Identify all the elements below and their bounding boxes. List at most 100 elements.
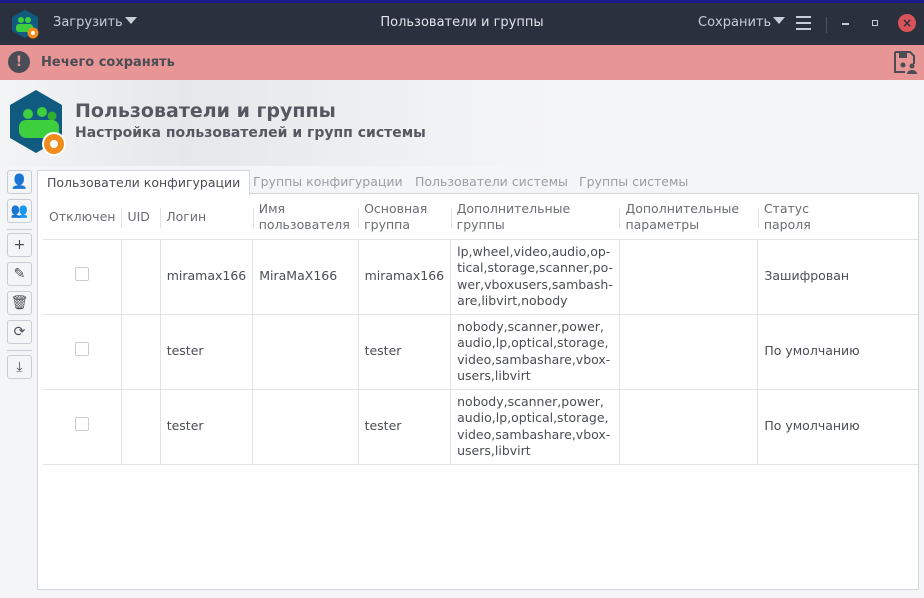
column-header-label: Дополнительные xyxy=(625,201,740,217)
title-bar: Загрузить Пользователи и группы Сохранит… xyxy=(0,3,924,45)
group-cell: tester xyxy=(357,314,451,390)
column-header[interactable]: Статус пароля xyxy=(757,196,918,240)
save-menu-button[interactable]: Сохранить xyxy=(698,15,786,30)
extra-groups-cell: nobody,scanner,power, audio,lp,optical,st… xyxy=(450,389,620,465)
user-settings-button[interactable]: 👤 xyxy=(7,170,32,194)
save-users-icon[interactable] xyxy=(893,50,917,74)
column-header-label: Основная xyxy=(364,201,428,217)
window-title: Пользователи и группы xyxy=(380,15,544,30)
name-cell xyxy=(252,314,359,390)
close-button[interactable]: × xyxy=(898,14,916,32)
password-status-cell: Зашифрован xyxy=(757,239,918,315)
column-header[interactable]: Дополнительные группы xyxy=(450,196,620,240)
extra-groups-line: audio,lp,optical,storage, xyxy=(457,335,609,350)
refresh-icon[interactable]: ⟳ xyxy=(7,320,32,344)
column-header[interactable]: Имя пользователя xyxy=(252,196,359,240)
column-header[interactable]: Отключен xyxy=(43,196,122,240)
uid-cell xyxy=(120,389,161,465)
add-button[interactable]: + xyxy=(7,233,32,257)
extra-groups-line: tical,storage,scanner,po- xyxy=(457,260,613,275)
uid-cell xyxy=(120,314,161,390)
extra-groups-line: lp,wheel,video,audio,op- xyxy=(457,243,611,259)
password-status-cell: По умолчанию xyxy=(757,389,918,465)
load-menu-button[interactable]: Загрузить xyxy=(53,15,137,30)
extra-groups-line: wer,vboxusers,sambash- xyxy=(457,276,613,292)
page-subtitle: Настройка пользователей и групп системы xyxy=(75,125,426,141)
disabled-checkbox[interactable] xyxy=(74,342,89,357)
disabled-checkbox[interactable] xyxy=(74,267,89,282)
params-cell xyxy=(618,239,758,315)
users-table-panel: Отключен UID Логин Имя пользователя Основная г… xyxy=(37,193,919,590)
column-header-label: Дополнительные xyxy=(456,201,571,217)
edit-pencil-icon[interactable]: ✎ xyxy=(7,262,32,286)
minimize-button[interactable] xyxy=(842,23,849,25)
users-table: Отключен UID Логин Имя пользователя Основная г… xyxy=(43,196,918,465)
column-header-label: Имя xyxy=(258,201,286,217)
extra-groups-cell: lp,wheel,video,audio,op-tical,storage,sc… xyxy=(450,239,620,315)
column-header-label: группа xyxy=(364,217,410,233)
login-cell: miramax166 xyxy=(159,239,253,315)
groups-button[interactable]: 👥 xyxy=(7,199,32,223)
login-cell: tester xyxy=(159,314,253,390)
tab-system-groups[interactable]: Группы системы xyxy=(579,170,688,194)
delete-trash-icon[interactable]: 🗑 xyxy=(7,291,32,315)
extra-groups-line: users,libvirt xyxy=(457,368,531,383)
save-label: Сохранить xyxy=(698,15,772,30)
tab-config-groups[interactable]: Группы конфигурации xyxy=(253,170,403,194)
name-cell xyxy=(252,389,359,465)
column-header[interactable]: Логин xyxy=(160,196,253,240)
column-header-label: параметры xyxy=(625,217,700,233)
caret-down-icon xyxy=(124,17,137,24)
table-row[interactable]: tester tester nobody,scanner,power, audio,l… xyxy=(43,314,918,390)
app-logo-icon xyxy=(12,10,39,39)
column-header-label: Логин xyxy=(166,209,207,225)
column-header-label: Отключен xyxy=(49,209,116,225)
disabled-cell xyxy=(43,389,122,465)
maximize-button[interactable] xyxy=(872,20,878,26)
login-cell: tester xyxy=(159,389,253,465)
warning-icon: ! xyxy=(8,51,30,73)
column-header[interactable]: Основная группа xyxy=(358,196,451,240)
divider xyxy=(7,229,32,230)
tab-config-users[interactable]: Пользователи конфигурации xyxy=(37,170,251,195)
extra-groups-cell: nobody,scanner,power, audio,lp,optical,st… xyxy=(450,314,620,390)
divider xyxy=(826,17,827,33)
table-row[interactable]: miramax166 MiraMaX166 miramax166 lp,wheel,v… xyxy=(43,239,918,315)
extra-groups-line: nobody,scanner,power, xyxy=(457,393,604,409)
column-header[interactable]: Дополнительные параметры xyxy=(619,196,758,240)
disabled-checkbox[interactable] xyxy=(74,417,89,432)
column-header[interactable]: UID xyxy=(121,196,161,240)
extra-groups-line: audio,lp,optical,storage, xyxy=(457,410,609,425)
page-title: Пользователи и группы xyxy=(75,100,336,122)
page-header: Пользователи и группы Настройка пользова… xyxy=(0,80,924,166)
disabled-cell xyxy=(43,314,122,390)
column-header-label: Статус xyxy=(763,201,810,217)
uid-cell xyxy=(120,239,161,315)
extra-groups-line: video,sambashare,vbox- xyxy=(457,426,611,442)
name-cell: MiraMaX166 xyxy=(252,239,359,315)
hamburger-menu-icon[interactable] xyxy=(796,16,811,30)
disabled-cell xyxy=(43,239,122,315)
divider xyxy=(7,350,32,351)
column-header-label: пользователя xyxy=(258,217,350,233)
group-cell: miramax166 xyxy=(357,239,451,315)
users-groups-logo-icon xyxy=(10,90,66,156)
params-cell xyxy=(618,389,758,465)
tab-system-users[interactable]: Пользователи системы xyxy=(415,170,568,194)
extra-groups-line: users,libvirt xyxy=(457,443,531,458)
extra-groups-line: are,libvirt,nobody xyxy=(457,293,568,308)
column-header-label: пароля xyxy=(763,217,811,233)
params-cell xyxy=(618,314,758,390)
extra-groups-line: nobody,scanner,power, xyxy=(457,318,604,334)
table-row[interactable]: tester tester nobody,scanner,power, audio,l… xyxy=(43,389,918,465)
column-header-label: UID xyxy=(127,209,150,225)
password-status-cell: По умолчанию xyxy=(757,314,918,390)
banner-message: Нечего сохранять xyxy=(41,55,175,70)
caret-down-icon xyxy=(773,17,786,24)
status-banner: ! Нечего сохранять xyxy=(0,45,924,80)
load-label: Загрузить xyxy=(53,15,123,30)
download-icon[interactable]: ⤓ xyxy=(7,355,32,379)
extra-groups-line: video,sambashare,vbox- xyxy=(457,351,611,367)
column-header-label: группы xyxy=(456,217,505,233)
group-cell: tester xyxy=(357,389,451,465)
